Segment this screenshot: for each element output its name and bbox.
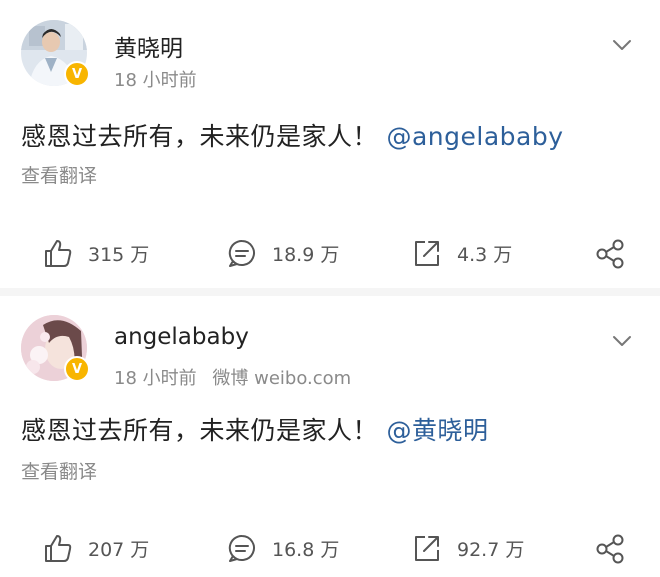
avatar[interactable]: V xyxy=(21,20,90,87)
like-count: 315 万 xyxy=(88,243,150,266)
verified-badge-icon: V xyxy=(64,61,90,87)
chevron-down-icon[interactable] xyxy=(612,335,632,347)
repost-count: 4.3 万 xyxy=(457,243,513,266)
post-text-body: 感恩过去所有，未来仍是家人！ xyxy=(21,122,379,151)
post-divider xyxy=(0,288,660,296)
chevron-down-icon[interactable] xyxy=(612,39,632,51)
thumbs-up-icon xyxy=(45,240,72,267)
like-button[interactable]: 207 万 xyxy=(42,528,149,568)
post-huangxiaoming: V 黄晓明 18 小时前 感恩过去所有，未来仍是家人！ @angelababy … xyxy=(0,0,660,288)
post-time: 18 小时前 xyxy=(114,70,197,91)
share-icon xyxy=(596,239,624,269)
post-source: 微博 weibo.com xyxy=(212,368,352,389)
username[interactable]: 黄晓明 xyxy=(114,29,183,63)
translate-link[interactable]: 查看翻译 xyxy=(21,457,97,484)
mention-link[interactable]: @黄晓明 xyxy=(386,416,488,445)
comment-count: 16.8 万 xyxy=(272,538,340,561)
action-bar: 207 万 16.8 万 92.7 万 xyxy=(0,528,660,568)
like-button[interactable]: 315 万 xyxy=(42,233,149,273)
post-text: 感恩过去所有，未来仍是家人！ @angelababy xyxy=(21,117,564,153)
post-meta: 18 小时前 微博 weibo.com xyxy=(114,364,351,390)
repost-icon xyxy=(415,536,439,561)
share-button[interactable] xyxy=(594,528,640,568)
avatar[interactable]: V xyxy=(21,315,90,382)
thumbs-up-icon xyxy=(45,535,72,562)
comment-icon xyxy=(228,534,255,562)
like-count: 207 万 xyxy=(88,538,150,561)
repost-button[interactable]: 4.3 万 xyxy=(411,233,512,273)
post-meta: 18 小时前 xyxy=(114,66,197,92)
username[interactable]: angelababy xyxy=(114,324,249,350)
share-icon xyxy=(596,534,624,564)
post-angelababy: V angelababy 18 小时前 微博 weibo.com 感恩过去所有，… xyxy=(0,296,660,577)
post-text: 感恩过去所有，未来仍是家人！ @黄晓明 xyxy=(21,411,488,447)
comment-button[interactable]: 16.8 万 xyxy=(226,528,339,568)
verified-badge-icon: V xyxy=(64,356,90,382)
action-bar: 315 万 18.9 万 4.3 万 xyxy=(0,233,660,273)
repost-icon xyxy=(415,241,439,266)
comment-icon xyxy=(228,239,255,267)
comment-count: 18.9 万 xyxy=(272,243,340,266)
repost-count: 92.7 万 xyxy=(457,538,525,561)
translate-link[interactable]: 查看翻译 xyxy=(21,161,97,188)
share-button[interactable] xyxy=(594,233,640,273)
comment-button[interactable]: 18.9 万 xyxy=(226,233,339,273)
mention-link[interactable]: @angelababy xyxy=(386,122,563,151)
post-time: 18 小时前 xyxy=(114,368,197,389)
repost-button[interactable]: 92.7 万 xyxy=(411,528,524,568)
post-text-body: 感恩过去所有，未来仍是家人！ xyxy=(21,416,379,445)
